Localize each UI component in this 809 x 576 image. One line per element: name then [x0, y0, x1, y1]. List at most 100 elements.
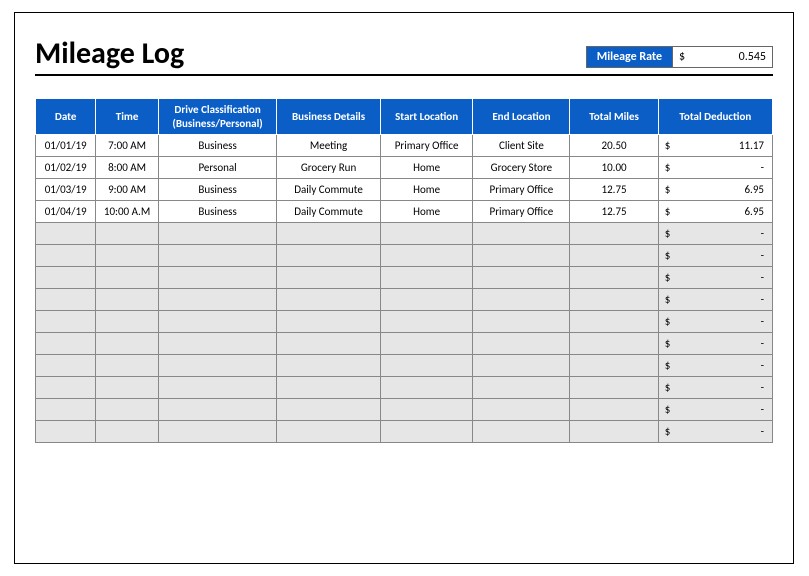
- cell-date[interactable]: [36, 333, 96, 355]
- cell-time[interactable]: [96, 267, 158, 289]
- cell-details[interactable]: [277, 333, 380, 355]
- cell-classification[interactable]: Business: [158, 201, 277, 223]
- cell-miles[interactable]: [570, 377, 658, 399]
- cell-time[interactable]: 9:00 AM: [96, 179, 158, 201]
- cell-end[interactable]: [473, 245, 570, 267]
- cell-start[interactable]: [380, 377, 473, 399]
- cell-start[interactable]: Home: [380, 179, 473, 201]
- cell-miles[interactable]: 10.00: [570, 157, 658, 179]
- cell-classification[interactable]: [158, 223, 277, 245]
- cell-details[interactable]: [277, 399, 380, 421]
- cell-classification[interactable]: [158, 267, 277, 289]
- cell-miles[interactable]: 12.75: [570, 201, 658, 223]
- cell-end[interactable]: Primary Office: [473, 179, 570, 201]
- cell-miles[interactable]: [570, 267, 658, 289]
- cell-classification[interactable]: [158, 355, 277, 377]
- cell-details[interactable]: [277, 355, 380, 377]
- cell-date[interactable]: [36, 267, 96, 289]
- cell-miles[interactable]: [570, 399, 658, 421]
- cell-miles[interactable]: [570, 355, 658, 377]
- cell-end[interactable]: [473, 377, 570, 399]
- cell-date[interactable]: [36, 223, 96, 245]
- cell-date[interactable]: [36, 355, 96, 377]
- cell-start[interactable]: [380, 333, 473, 355]
- cell-start[interactable]: [380, 355, 473, 377]
- cell-deduction[interactable]: $-: [658, 157, 772, 179]
- cell-end[interactable]: [473, 267, 570, 289]
- cell-miles[interactable]: 20.50: [570, 135, 658, 157]
- cell-date[interactable]: [36, 421, 96, 443]
- cell-end[interactable]: [473, 355, 570, 377]
- cell-details[interactable]: Daily Commute: [277, 201, 380, 223]
- cell-end[interactable]: [473, 399, 570, 421]
- cell-deduction[interactable]: $-: [658, 223, 772, 245]
- cell-classification[interactable]: [158, 399, 277, 421]
- cell-date[interactable]: [36, 311, 96, 333]
- cell-details[interactable]: Meeting: [277, 135, 380, 157]
- cell-miles[interactable]: [570, 311, 658, 333]
- cell-miles[interactable]: [570, 421, 658, 443]
- cell-miles[interactable]: [570, 333, 658, 355]
- cell-start[interactable]: Primary Office: [380, 135, 473, 157]
- cell-start[interactable]: Home: [380, 201, 473, 223]
- cell-details[interactable]: [277, 377, 380, 399]
- cell-deduction[interactable]: $11.17: [658, 135, 772, 157]
- cell-time[interactable]: [96, 223, 158, 245]
- cell-date[interactable]: 01/04/19: [36, 201, 96, 223]
- cell-miles[interactable]: 12.75: [570, 179, 658, 201]
- cell-classification[interactable]: [158, 333, 277, 355]
- cell-end[interactable]: Primary Office: [473, 201, 570, 223]
- cell-end[interactable]: [473, 421, 570, 443]
- cell-miles[interactable]: [570, 223, 658, 245]
- cell-classification[interactable]: [158, 245, 277, 267]
- cell-details[interactable]: Grocery Run: [277, 157, 380, 179]
- cell-classification[interactable]: Personal: [158, 157, 277, 179]
- cell-details[interactable]: [277, 245, 380, 267]
- cell-start[interactable]: Home: [380, 157, 473, 179]
- cell-end[interactable]: [473, 333, 570, 355]
- cell-time[interactable]: 7:00 AM: [96, 135, 158, 157]
- cell-time[interactable]: [96, 311, 158, 333]
- cell-classification[interactable]: Business: [158, 135, 277, 157]
- cell-time[interactable]: [96, 333, 158, 355]
- cell-deduction[interactable]: $-: [658, 421, 772, 443]
- cell-start[interactable]: [380, 399, 473, 421]
- cell-start[interactable]: [380, 421, 473, 443]
- cell-details[interactable]: [277, 223, 380, 245]
- cell-date[interactable]: 01/02/19: [36, 157, 96, 179]
- cell-details[interactable]: [277, 311, 380, 333]
- cell-time[interactable]: 10:00 A.M: [96, 201, 158, 223]
- cell-classification[interactable]: [158, 289, 277, 311]
- cell-deduction[interactable]: $-: [658, 245, 772, 267]
- cell-time[interactable]: [96, 377, 158, 399]
- cell-date[interactable]: [36, 399, 96, 421]
- mileage-rate-value[interactable]: $ 0.545: [673, 46, 773, 68]
- cell-classification[interactable]: [158, 377, 277, 399]
- cell-date[interactable]: 01/03/19: [36, 179, 96, 201]
- cell-start[interactable]: [380, 289, 473, 311]
- cell-details[interactable]: [277, 267, 380, 289]
- cell-time[interactable]: [96, 245, 158, 267]
- cell-deduction[interactable]: $6.95: [658, 201, 772, 223]
- cell-time[interactable]: 8:00 AM: [96, 157, 158, 179]
- cell-time[interactable]: [96, 289, 158, 311]
- cell-details[interactable]: [277, 421, 380, 443]
- cell-deduction[interactable]: $-: [658, 355, 772, 377]
- cell-details[interactable]: [277, 289, 380, 311]
- cell-date[interactable]: [36, 289, 96, 311]
- cell-end[interactable]: Grocery Store: [473, 157, 570, 179]
- cell-deduction[interactable]: $-: [658, 333, 772, 355]
- cell-miles[interactable]: [570, 289, 658, 311]
- cell-start[interactable]: [380, 223, 473, 245]
- cell-classification[interactable]: [158, 421, 277, 443]
- cell-end[interactable]: Client Site: [473, 135, 570, 157]
- cell-start[interactable]: [380, 267, 473, 289]
- cell-end[interactable]: [473, 289, 570, 311]
- cell-deduction[interactable]: $6.95: [658, 179, 772, 201]
- cell-time[interactable]: [96, 399, 158, 421]
- cell-start[interactable]: [380, 311, 473, 333]
- cell-end[interactable]: [473, 223, 570, 245]
- cell-date[interactable]: 01/01/19: [36, 135, 96, 157]
- cell-date[interactable]: [36, 377, 96, 399]
- cell-time[interactable]: [96, 355, 158, 377]
